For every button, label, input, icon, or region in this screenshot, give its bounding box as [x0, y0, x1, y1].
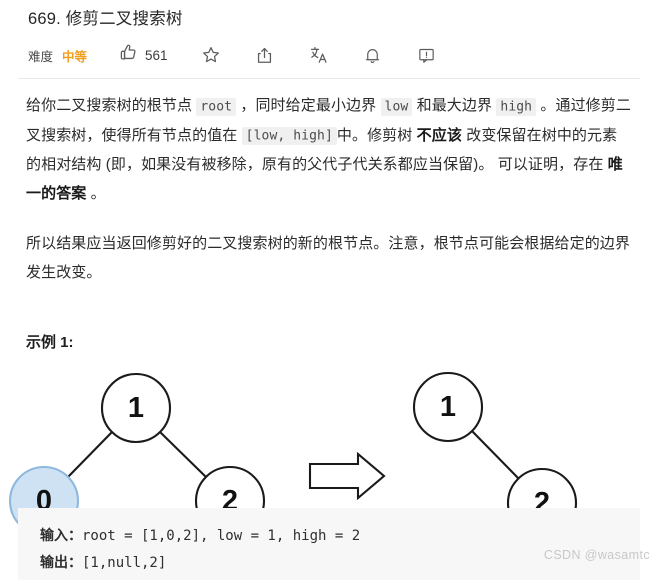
tree-node-label: 1 — [440, 391, 456, 423]
edge-1-2-right — [471, 430, 520, 480]
watermark: CSDN @wasamtc — [543, 548, 650, 562]
difficulty-label: 难度 — [28, 49, 54, 64]
desc-text: 。 — [86, 184, 106, 202]
example-input-line: 输入：root = [1,0,2], low = 1, high = 2 — [40, 522, 640, 549]
description-paragraph-1: 给你二叉搜索树的根节点 root ，同时给定最小边界 low 和最大边界 hig… — [26, 92, 632, 208]
inline-code-high: high — [496, 97, 537, 116]
translate-icon[interactable] — [308, 44, 330, 66]
star-icon[interactable] — [200, 44, 222, 66]
header-divider — [18, 78, 640, 79]
problem-description: 给你二叉搜索树的根节点 root ，同时给定最小边界 low 和最大边界 hig… — [0, 92, 658, 287]
input-value: root = [1,0,2], low = 1, high = 2 — [82, 528, 361, 544]
output-label: 输出： — [40, 554, 82, 570]
input-label: 输入： — [40, 527, 82, 543]
emphasis-should-not: 不应该 — [416, 126, 462, 144]
inline-code-root: root — [196, 97, 237, 116]
page-title: 669. 修剪二叉搜索树 — [28, 10, 183, 28]
tree-node-label: 1 — [128, 392, 144, 424]
like-button[interactable]: 561 — [119, 43, 168, 67]
problem-header: 669. 修剪二叉搜索树 难度 中等 561 — [0, 0, 658, 72]
feedback-icon[interactable] — [416, 44, 438, 66]
desc-text: 和最大边界 — [416, 97, 497, 114]
bell-icon[interactable] — [362, 44, 384, 66]
description-paragraph-2: 所以结果应当返回修剪好的二叉搜索树的新的根节点。注意，根节点可能会根据给定的边界… — [26, 235, 631, 281]
example-io-block: 输入：root = [1,0,2], low = 1, high = 2 输出：… — [18, 508, 640, 580]
edge-1-0 — [67, 431, 113, 478]
difficulty-badge: 中等 — [62, 49, 88, 64]
right-arrow-icon — [308, 451, 386, 501]
inline-code-range: [low, high] — [241, 127, 337, 145]
edge-1-2 — [159, 431, 207, 478]
problem-meta-toolbar: 难度 中等 561 — [28, 38, 630, 72]
example-heading: 示例 1: — [26, 334, 74, 351]
desc-text: 中。修剪树 — [336, 126, 417, 144]
desc-text: ，同时给定最小边界 — [236, 97, 377, 114]
share-icon[interactable] — [254, 44, 276, 66]
output-value: [1,null,2] — [82, 555, 167, 571]
thumbs-up-icon — [119, 43, 138, 67]
inline-code-low: low — [380, 97, 413, 116]
like-count: 561 — [145, 47, 168, 63]
desc-text: 给你二叉搜索树的根节点 — [26, 97, 197, 114]
